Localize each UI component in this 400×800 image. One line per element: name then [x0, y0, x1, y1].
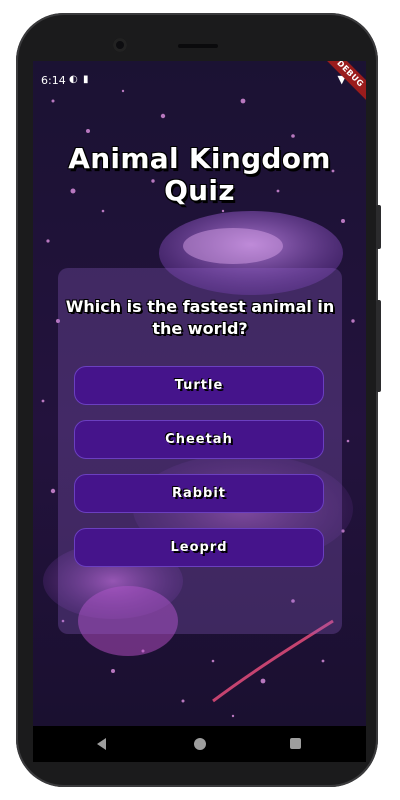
nav-home-icon[interactable] — [194, 738, 206, 750]
nav-back-icon[interactable] — [97, 738, 106, 750]
app-screen: 6:14 ◐ ▮ ▼ DEBUG Animal Kingdom Quiz Whi… — [33, 61, 366, 726]
nav-recents-icon[interactable] — [290, 738, 301, 749]
clipboard-status-icon: ▮ — [83, 74, 89, 85]
answer-button-turtle[interactable]: Turtle — [74, 366, 324, 405]
system-nav-bar — [33, 726, 366, 762]
signal-status-icon: ◐ — [69, 74, 78, 85]
answer-button-rabbit[interactable]: Rabbit — [74, 474, 324, 513]
answer-button-leoprd[interactable]: Leoprd — [74, 528, 324, 567]
front-camera — [113, 38, 127, 52]
earpiece-speaker — [178, 44, 218, 48]
quiz-title: Animal Kingdom Quiz — [68, 142, 331, 207]
status-time: 6:14 — [41, 74, 66, 87]
power-button — [376, 300, 381, 392]
question-text: Which is the fastest animal in the world… — [65, 297, 335, 338]
status-bar: 6:14 ◐ ▮ ▼ — [33, 61, 366, 89]
question-card: Which is the fastest animal in the world… — [58, 268, 342, 634]
volume-button — [376, 205, 381, 249]
answer-button-cheetah[interactable]: Cheetah — [74, 420, 324, 459]
